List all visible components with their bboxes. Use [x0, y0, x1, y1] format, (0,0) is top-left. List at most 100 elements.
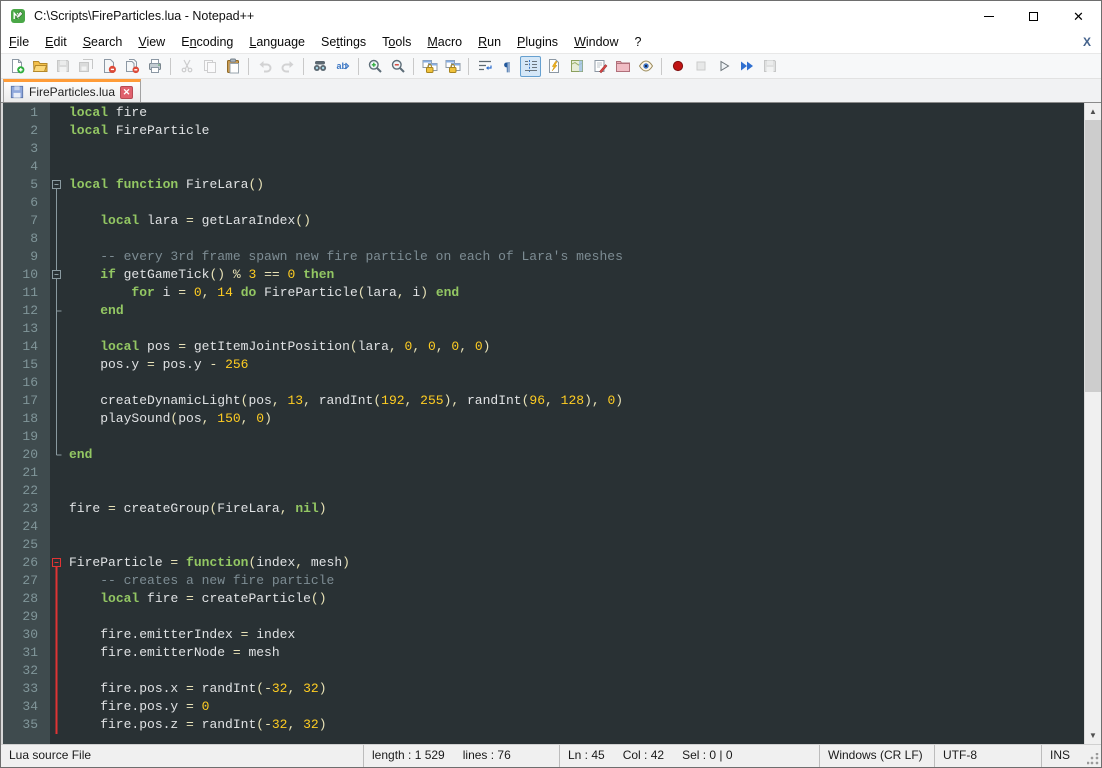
code-text[interactable]: fire.pos.x = randInt(-32, 32) — [63, 680, 327, 698]
line-number[interactable]: 17 — [3, 392, 50, 410]
code-text[interactable]: local fire — [63, 104, 147, 122]
code-text[interactable]: FireParticle = function(index, mesh) — [63, 554, 350, 572]
status-encoding[interactable]: UTF-8 — [934, 745, 1041, 767]
line-number[interactable]: 5 — [3, 176, 50, 194]
code-line[interactable]: 9 -- every 3rd frame spawn new fire part… — [3, 248, 1084, 266]
code-text[interactable] — [63, 230, 69, 248]
code-line[interactable]: 3 — [3, 140, 1084, 158]
maximize-button[interactable] — [1011, 1, 1056, 31]
code-line[interactable]: 6 — [3, 194, 1084, 212]
tab-fireparticles-lua[interactable]: FireParticles.lua ✕ — [3, 79, 141, 102]
menu-tools[interactable]: Tools — [374, 31, 419, 53]
menu-file[interactable]: File — [1, 31, 37, 53]
line-number[interactable]: 9 — [3, 248, 50, 266]
line-number[interactable]: 22 — [3, 482, 50, 500]
scrollbar-thumb[interactable] — [1085, 120, 1101, 392]
resize-grip[interactable] — [1087, 753, 1099, 765]
code-text[interactable]: playSound(pos, 150, 0) — [63, 410, 272, 428]
paste-icon[interactable] — [222, 56, 243, 77]
line-number[interactable]: 35 — [3, 716, 50, 734]
line-number[interactable]: 3 — [3, 140, 50, 158]
code-text[interactable]: fire.pos.z = randInt(-32, 32) — [63, 716, 327, 734]
sync-scroll-horizontal-icon[interactable] — [442, 56, 463, 77]
fold-toggle-icon[interactable] — [50, 176, 63, 194]
line-number[interactable]: 27 — [3, 572, 50, 590]
function-list-icon[interactable] — [543, 56, 564, 77]
line-number[interactable]: 32 — [3, 662, 50, 680]
menu-run[interactable]: Run — [470, 31, 509, 53]
code-line[interactable]: 4 — [3, 158, 1084, 176]
code-line[interactable]: 27 -- creates a new fire particle — [3, 572, 1084, 590]
code-text[interactable] — [63, 536, 69, 554]
macro-run-multiple-icon[interactable] — [736, 56, 757, 77]
fold-toggle-icon[interactable] — [50, 266, 63, 284]
code-text[interactable] — [63, 662, 69, 680]
show-all-characters-icon[interactable]: ¶ — [497, 56, 518, 77]
code-text[interactable]: fire = createGroup(FireLara, nil) — [63, 500, 327, 518]
line-number[interactable]: 18 — [3, 410, 50, 428]
code-line[interactable]: 32 — [3, 662, 1084, 680]
code-line[interactable]: 17 createDynamicLight(pos, 13, randInt(1… — [3, 392, 1084, 410]
line-number[interactable]: 33 — [3, 680, 50, 698]
code-text[interactable] — [63, 158, 69, 176]
code-area[interactable]: 1local fire2local FireParticle345local f… — [3, 104, 1084, 734]
code-line[interactable]: 11 for i = 0, 14 do FireParticle(lara, i… — [3, 284, 1084, 302]
code-line[interactable]: 34 fire.pos.y = 0 — [3, 698, 1084, 716]
line-number[interactable]: 26 — [3, 554, 50, 572]
line-number[interactable]: 10 — [3, 266, 50, 284]
code-line[interactable]: 24 — [3, 518, 1084, 536]
status-insert-mode[interactable]: INS — [1041, 745, 1101, 767]
code-text[interactable]: pos.y = pos.y - 256 — [63, 356, 248, 374]
code-line[interactable]: 15 pos.y = pos.y - 256 — [3, 356, 1084, 374]
code-line[interactable]: 31 fire.emitterNode = mesh — [3, 644, 1084, 662]
code-text[interactable] — [63, 374, 69, 392]
code-line[interactable]: 19 — [3, 428, 1084, 446]
code-line[interactable]: 1 local fire — [3, 104, 1084, 122]
code-text[interactable]: createDynamicLight(pos, 13, randInt(192,… — [63, 392, 623, 410]
print-icon[interactable] — [144, 56, 165, 77]
menu-language[interactable]: Language — [241, 31, 313, 53]
show-indent-guide-icon[interactable] — [520, 56, 541, 77]
line-number[interactable]: 23 — [3, 500, 50, 518]
code-line[interactable]: 13 — [3, 320, 1084, 338]
line-number[interactable]: 25 — [3, 536, 50, 554]
line-number[interactable]: 19 — [3, 428, 50, 446]
replace-icon[interactable]: ab — [332, 56, 353, 77]
code-line[interactable]: 23 fire = createGroup(FireLara, nil) — [3, 500, 1084, 518]
code-line[interactable]: 14 local pos = getItemJointPosition(lara… — [3, 338, 1084, 356]
sync-scroll-vertical-icon[interactable] — [419, 56, 440, 77]
code-text[interactable]: end — [63, 302, 124, 320]
close-document-x-button[interactable]: X — [1073, 35, 1101, 49]
line-number[interactable]: 28 — [3, 590, 50, 608]
code-line[interactable]: 8 — [3, 230, 1084, 248]
code-text[interactable]: -- every 3rd frame spawn new fire partic… — [63, 248, 623, 266]
menu-settings[interactable]: Settings — [313, 31, 374, 53]
line-number[interactable]: 4 — [3, 158, 50, 176]
menu-help[interactable]: ? — [627, 31, 650, 53]
menu-view[interactable]: View — [130, 31, 173, 53]
line-number[interactable]: 31 — [3, 644, 50, 662]
code-line[interactable]: 22 — [3, 482, 1084, 500]
code-line[interactable]: 26 FireParticle = function(index, mesh) — [3, 554, 1084, 572]
status-eol-format[interactable]: Windows (CR LF) — [819, 745, 934, 767]
line-number[interactable]: 2 — [3, 122, 50, 140]
code-line[interactable]: 10 if getGameTick() % 3 == 0 then — [3, 266, 1084, 284]
open-folder-icon[interactable] — [29, 56, 50, 77]
code-text[interactable] — [63, 140, 69, 158]
word-wrap-icon[interactable] — [474, 56, 495, 77]
line-number[interactable]: 24 — [3, 518, 50, 536]
menu-edit[interactable]: Edit — [37, 31, 75, 53]
code-text[interactable] — [63, 320, 69, 338]
line-number[interactable]: 7 — [3, 212, 50, 230]
code-text[interactable]: fire.emitterNode = mesh — [63, 644, 280, 662]
fold-toggle-icon[interactable] — [50, 554, 63, 572]
code-text[interactable]: local fire = createParticle() — [63, 590, 327, 608]
menu-macro[interactable]: Macro — [419, 31, 470, 53]
code-line[interactable]: 30 fire.emitterIndex = index — [3, 626, 1084, 644]
line-number[interactable]: 1 — [3, 104, 50, 122]
code-text[interactable] — [63, 482, 69, 500]
code-line[interactable]: 12 end — [3, 302, 1084, 320]
vertical-scrollbar[interactable]: ▲ ▼ — [1084, 103, 1101, 744]
menu-encoding[interactable]: Encoding — [173, 31, 241, 53]
code-line[interactable]: 25 — [3, 536, 1084, 554]
